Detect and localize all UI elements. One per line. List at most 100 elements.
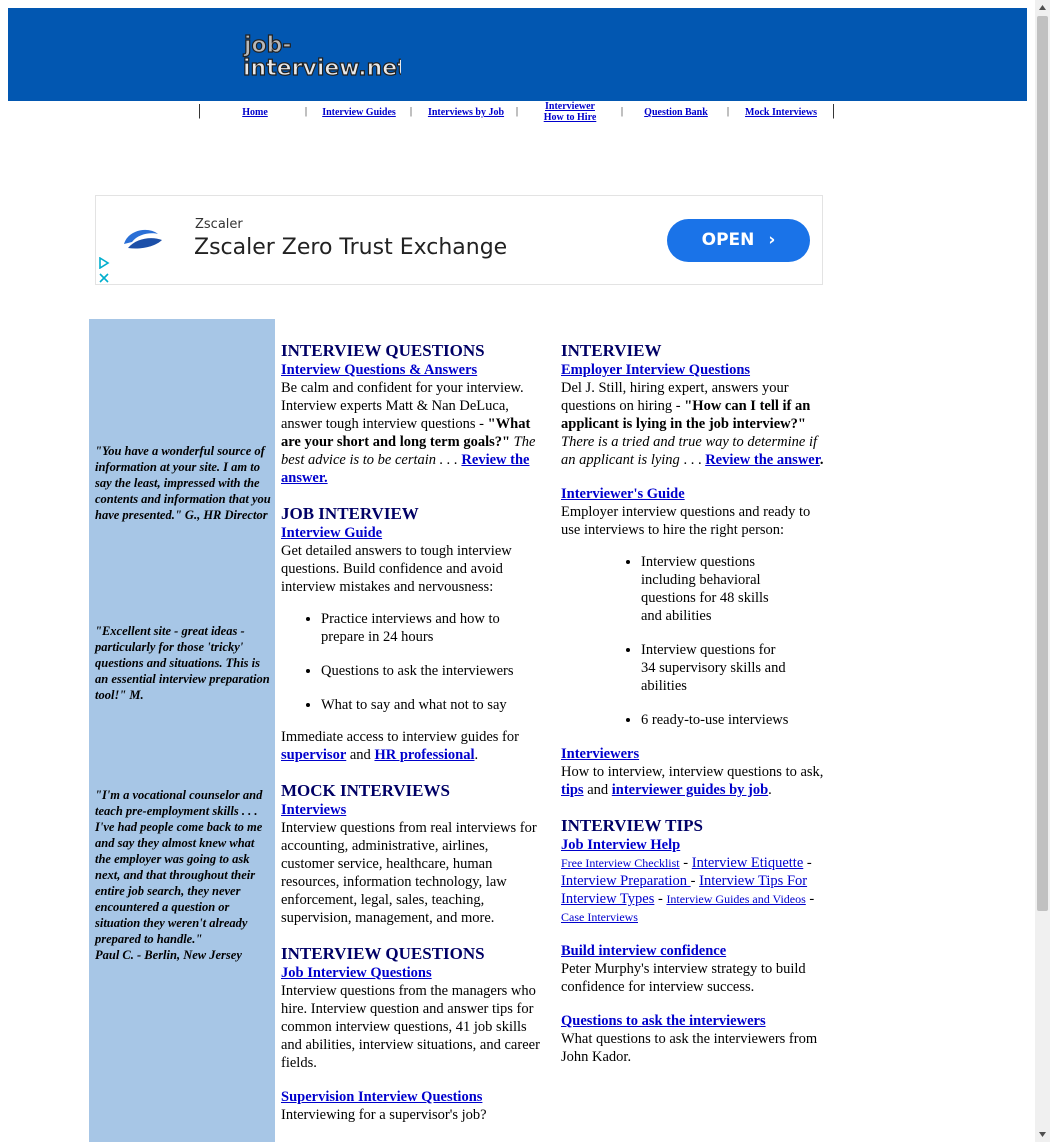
section-heading: INTERVIEW: [561, 341, 662, 360]
testimonial-author: M.: [129, 688, 144, 702]
conjunction: and: [346, 747, 375, 763]
interviewer-guides-by-job-link[interactable]: interviewer guides by job: [612, 782, 768, 798]
list-item: What to say and what not to say: [321, 696, 543, 714]
period: .: [768, 782, 772, 798]
interviewers-guide-link[interactable]: Interviewer's Guide: [561, 485, 826, 503]
interview-preparation-link[interactable]: Interview Preparation: [561, 873, 691, 889]
testimonial-author: G., HR Director: [184, 508, 268, 522]
chevron-right-icon: ›: [768, 230, 776, 250]
section-job-interview: JOB INTERVIEW Interview Guide Get detail…: [281, 503, 543, 764]
link-separator: -: [679, 855, 692, 871]
interviewers-link[interactable]: Interviewers: [561, 745, 826, 763]
review-answer-link[interactable]: Review the answer: [705, 452, 820, 468]
testimonial: "I'm a vocational counselor and teach pr…: [95, 787, 272, 963]
employer-interview-questions-link[interactable]: Employer Interview Questions: [561, 361, 826, 379]
section-supervision: Supervision Interview Questions Intervie…: [281, 1088, 543, 1124]
section-text: Employer interview questions and ready t…: [561, 504, 811, 538]
section-text: Peter Murphy's interview strategy to bui…: [561, 961, 806, 995]
section-employer-questions: INTERVIEW Employer Interview Questions D…: [561, 340, 826, 469]
supervisor-link[interactable]: supervisor: [281, 747, 346, 763]
site-logo[interactable]: job- interview.net: [241, 31, 401, 79]
nav-interviewer-line2: How to Hire: [543, 112, 597, 123]
ad-brand: Zscaler: [195, 217, 243, 232]
hr-professional-link[interactable]: HR professional: [374, 747, 474, 763]
section-interviewers-guide: Interviewer's Guide Employer interview q…: [561, 485, 826, 729]
section-text: Immediate access to interview guides for: [281, 729, 519, 745]
ellipsis: . . .: [679, 452, 706, 468]
scroll-down-arrow-icon[interactable]: [1035, 1127, 1050, 1142]
testimonial-text: "I'm a vocational counselor and teach pr…: [95, 788, 263, 946]
period: .: [474, 747, 479, 763]
section-questions-to-ask: Questions to ask the interviewers What q…: [561, 1012, 826, 1066]
section-job-interview-questions: INTERVIEW QUESTIONS Job Interview Questi…: [281, 943, 543, 1072]
section-heading: MOCK INTERVIEWS: [281, 781, 450, 800]
nav-separator: |: [305, 106, 308, 117]
period: .: [819, 452, 824, 468]
free-interview-checklist-link[interactable]: Free Interview Checklist: [561, 856, 680, 870]
svg-text:job-: job-: [243, 33, 292, 58]
close-icon[interactable]: [98, 269, 110, 283]
nav-mock-interviews[interactable]: Mock Interviews: [741, 107, 821, 118]
job-interview-help-link[interactable]: Job Interview Help: [561, 836, 826, 854]
section-interview-questions: INTERVIEW QUESTIONS Interview Questions …: [281, 340, 543, 487]
build-confidence-link[interactable]: Build interview confidence: [561, 942, 826, 960]
questions-to-ask-link[interactable]: Questions to ask the interviewers: [561, 1012, 826, 1030]
supervision-interview-questions-link[interactable]: Supervision Interview Questions: [281, 1088, 543, 1106]
zscaler-logo-icon: [120, 224, 166, 254]
scrollbar-thumb[interactable]: [1037, 16, 1048, 911]
section-heading: JOB INTERVIEW: [281, 504, 419, 523]
section-mock-interviews: MOCK INTERVIEWS Interviews Interview que…: [281, 780, 543, 927]
tips-link[interactable]: tips: [561, 782, 584, 798]
section-text: Interviewing for a supervisor's job?: [281, 1107, 487, 1123]
section-interviewers: Interviewers How to interview, interview…: [561, 745, 826, 799]
list-item: Questions to ask the interviewers: [321, 662, 543, 680]
list-item: Interview questions including behavioral…: [641, 553, 791, 625]
link-separator: -: [803, 855, 812, 871]
list-item: Practice interviews and how to prepare i…: [321, 610, 543, 646]
section-text: Get detailed answers to tough interview …: [281, 543, 512, 595]
section-heading: INTERVIEW QUESTIONS: [281, 341, 485, 360]
section-interview-tips: INTERVIEW TIPS Job Interview Help Free I…: [561, 815, 826, 926]
right-column: INTERVIEW Employer Interview Questions D…: [561, 340, 826, 1082]
scroll-up-arrow-icon[interactable]: [1035, 0, 1050, 15]
top-nav: | Home | Interview Guides | Interviews b…: [195, 100, 840, 126]
section-build-confidence: Build interview confidence Peter Murphy'…: [561, 942, 826, 996]
ad-choices-icon[interactable]: [98, 254, 110, 270]
section-text: What questions to ask the interviewers f…: [561, 1031, 818, 1065]
link-separator: -: [805, 891, 815, 907]
nav-interviews-by-job[interactable]: Interviews by Job: [426, 107, 506, 118]
list-item: 6 ready-to-use interviews: [641, 711, 791, 729]
ad-open-button[interactable]: OPEN ›: [667, 219, 810, 262]
nav-separator: |: [621, 106, 624, 117]
section-text: How to interview, interview questions to…: [561, 764, 824, 780]
section-text: Interview questions from real interviews…: [281, 820, 537, 926]
middle-column: INTERVIEW QUESTIONS Interview Questions …: [281, 340, 543, 1140]
nav-bar-left: |: [198, 102, 202, 119]
job-interview-questions-link[interactable]: Job Interview Questions: [281, 964, 543, 982]
nav-separator: |: [727, 106, 730, 117]
nav-interview-guides[interactable]: Interview Guides: [320, 107, 398, 118]
nav-interviewer-how-to-hire[interactable]: Interviewer How to Hire: [538, 101, 602, 123]
nav-home[interactable]: Home: [235, 107, 275, 118]
interview-guide-link[interactable]: Interview Guide: [281, 524, 543, 542]
testimonial: "You have a wonderful source of informat…: [95, 443, 272, 523]
interviewer-bullet-list: Interview questions including behavioral…: [561, 553, 791, 729]
nav-question-bank[interactable]: Question Bank: [639, 107, 713, 118]
interviews-link[interactable]: Interviews: [281, 801, 543, 819]
ad-headline[interactable]: Zscaler Zero Trust Exchange: [194, 235, 507, 260]
ad-banner[interactable]: Zscaler Zscaler Zero Trust Exchange OPEN…: [95, 195, 823, 285]
testimonials-sidebar: "You have a wonderful source of informat…: [89, 319, 275, 1142]
link-separator: -: [654, 891, 667, 907]
guides-videos-link[interactable]: Interview Guides and Videos: [666, 892, 805, 906]
interview-etiquette-link[interactable]: Interview Etiquette: [692, 855, 804, 871]
nav-bar-right: |: [832, 102, 836, 119]
list-item: Interview questions for 34 supervisory s…: [641, 641, 791, 695]
svg-text:interview.net: interview.net: [243, 56, 401, 79]
vertical-scrollbar[interactable]: [1035, 0, 1050, 1142]
case-interviews-link[interactable]: Case Interviews: [561, 910, 638, 924]
section-heading: INTERVIEW TIPS: [561, 816, 703, 835]
testimonial: "Excellent site - great ideas - particul…: [95, 623, 272, 703]
interview-qa-link[interactable]: Interview Questions & Answers: [281, 361, 543, 379]
ad-open-label: OPEN: [701, 230, 755, 250]
testimonial-author: Paul C. - Berlin, New Jersey: [95, 948, 242, 962]
